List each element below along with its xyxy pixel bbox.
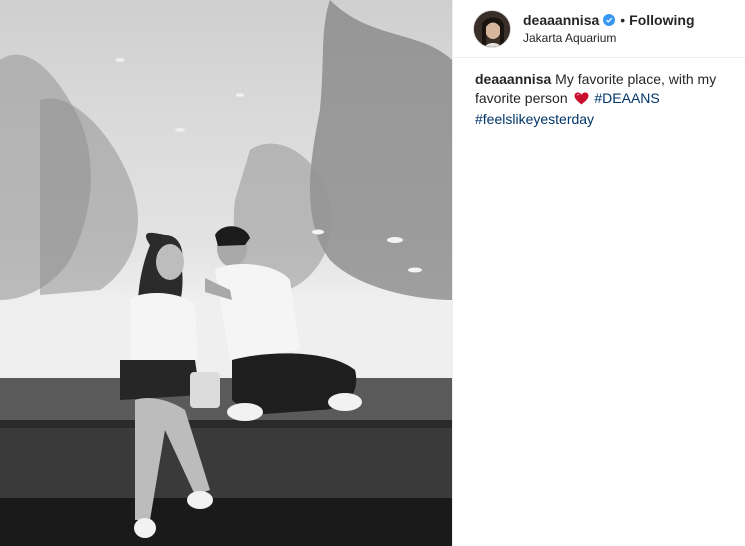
verified-badge-icon bbox=[603, 14, 616, 26]
aquarium-couple-photo bbox=[0, 0, 452, 546]
profile-picture bbox=[474, 10, 510, 47]
hashtag-link[interactable]: #feelslikeyesterday bbox=[475, 111, 594, 127]
post-header: deaaannisa • Following Jakarta Aquarium bbox=[453, 0, 745, 58]
username-link[interactable]: deaaannisa bbox=[523, 12, 599, 28]
post-caption: deaaannisa My favorite place, with my fa… bbox=[475, 70, 737, 129]
separator-dot: • bbox=[620, 12, 626, 28]
following-button[interactable]: Following bbox=[629, 12, 694, 28]
post-photo[interactable] bbox=[0, 0, 452, 546]
hashtag-link[interactable]: #DEAANS bbox=[594, 90, 659, 106]
panel-divider bbox=[452, 0, 453, 546]
caption-username-link[interactable]: deaaannisa bbox=[475, 71, 551, 87]
location-link[interactable]: Jakarta Aquarium bbox=[523, 31, 695, 45]
heart-icon bbox=[574, 91, 589, 110]
avatar[interactable] bbox=[473, 9, 511, 48]
